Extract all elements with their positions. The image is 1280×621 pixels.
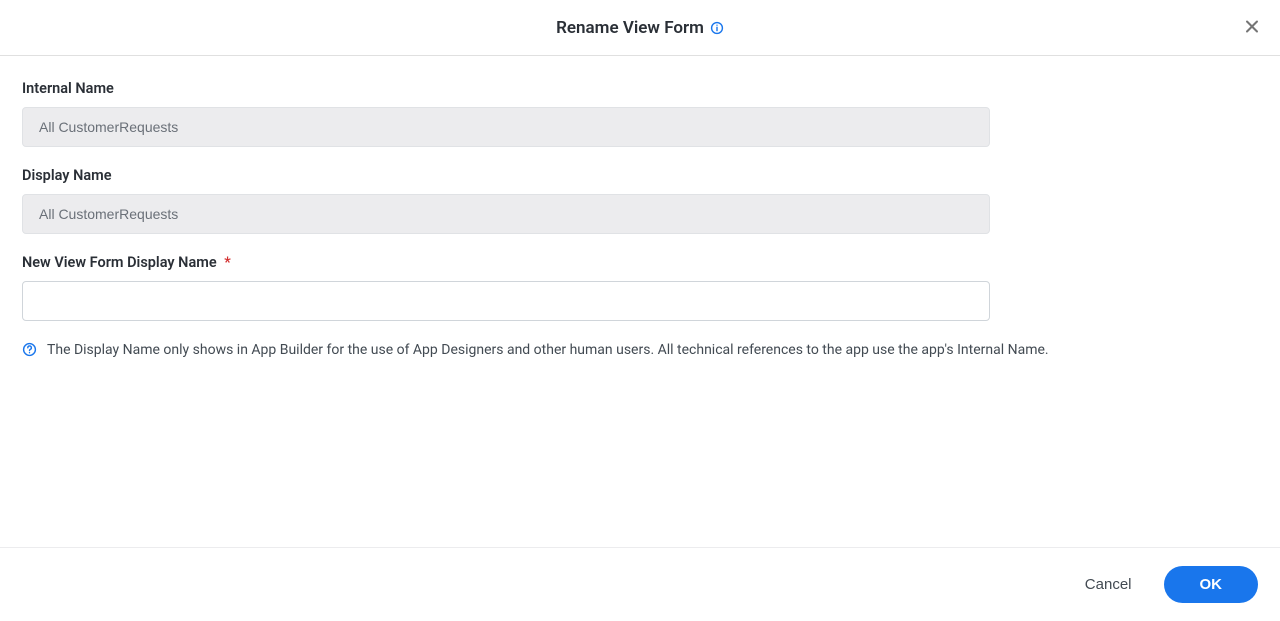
modal-body: Internal Name Display Name New View Form… (0, 56, 1280, 547)
close-icon (1244, 18, 1260, 37)
form-group-new-display-name: New View Form Display Name * (22, 254, 1258, 321)
internal-name-field (22, 107, 990, 147)
info-icon[interactable] (710, 21, 724, 35)
modal-title: Rename View Form (556, 18, 704, 38)
help-icon (22, 342, 37, 357)
form-group-display-name: Display Name (22, 167, 1258, 234)
modal-header: Rename View Form (0, 0, 1280, 56)
modal-title-wrap: Rename View Form (556, 18, 724, 38)
form-group-internal-name: Internal Name (22, 80, 1258, 147)
new-display-name-field[interactable] (22, 281, 990, 321)
info-row: The Display Name only shows in App Build… (22, 341, 1258, 361)
cancel-button[interactable]: Cancel (1081, 568, 1136, 601)
new-display-name-label: New View Form Display Name * (22, 254, 1258, 271)
info-text: The Display Name only shows in App Build… (47, 341, 1049, 361)
new-display-name-label-text: New View Form Display Name (22, 254, 217, 271)
ok-button[interactable]: OK (1164, 566, 1259, 603)
close-button[interactable] (1240, 14, 1264, 41)
display-name-field (22, 194, 990, 234)
display-name-label: Display Name (22, 167, 1258, 184)
required-asterisk: * (224, 254, 231, 271)
modal-footer: Cancel OK (0, 547, 1280, 621)
internal-name-label: Internal Name (22, 80, 1258, 97)
